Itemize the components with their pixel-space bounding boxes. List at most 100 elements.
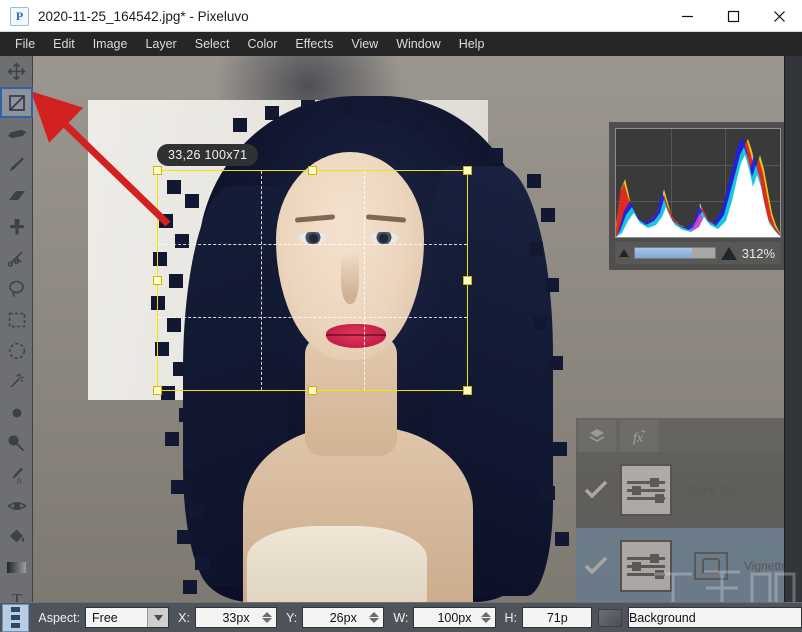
tool-effects-brush[interactable]: fx <box>0 459 33 490</box>
layer-name-label: Vignette <box>744 559 784 573</box>
paint-bucket-icon <box>7 528 26 545</box>
layer-row-color-correction[interactable]: Color Co <box>576 452 784 528</box>
w-label: W: <box>393 610 409 625</box>
aspect-value: Free <box>92 610 118 625</box>
tool-crop[interactable] <box>0 87 33 118</box>
tool-dot-brush[interactable] <box>0 397 33 428</box>
fx-add-icon: fx + <box>633 427 646 445</box>
close-button[interactable] <box>756 0 802 32</box>
layer-row-vignette[interactable]: Vignette <box>576 528 784 602</box>
tool-rectangle-select[interactable] <box>0 304 33 335</box>
x-field[interactable]: 33px <box>194 607 278 628</box>
layer-preview-swatch <box>598 608 622 627</box>
chevron-down-icon[interactable] <box>147 608 169 627</box>
layer-mask-thumbnail[interactable] <box>694 552 728 580</box>
magnifier-icon <box>7 434 26 453</box>
crop-handle-w[interactable] <box>153 275 162 285</box>
crop-handle-nw[interactable] <box>153 166 162 175</box>
w-stepper[interactable] <box>479 608 493 627</box>
svg-text:fx: fx <box>17 477 23 484</box>
magic-wand-icon <box>7 372 26 391</box>
menu-item-effects[interactable]: Effects <box>286 34 342 54</box>
menu-item-view[interactable]: View <box>342 34 387 54</box>
tool-dodge-burn[interactable] <box>0 490 33 521</box>
crop-size-tooltip: 33,26 100x71 <box>157 144 259 166</box>
tools-palette: fx T <box>0 56 33 632</box>
layers-icon <box>589 429 605 442</box>
window-title: 2020-11-25_164542.jpg* - Pixeluvo <box>38 8 249 24</box>
crop-selection-rectangle[interactable] <box>153 166 472 395</box>
h-value: 71p <box>546 610 568 625</box>
gradient-icon <box>6 561 27 574</box>
tool-magic-wand[interactable] <box>0 366 33 397</box>
layer-thumbnail[interactable] <box>620 540 672 592</box>
tool-clone-stamp[interactable] <box>0 211 33 242</box>
tool-paintbrush[interactable] <box>0 149 33 180</box>
tool-healing-brush[interactable] <box>0 118 33 149</box>
menu-item-color[interactable]: Color <box>238 34 286 54</box>
layer-thumbnail[interactable] <box>620 464 672 516</box>
tool-paint-bucket[interactable] <box>0 521 33 552</box>
x-stepper[interactable] <box>260 608 274 627</box>
adjustments-tab[interactable]: fx + <box>620 420 658 452</box>
menu-item-layer[interactable]: Layer <box>136 34 185 54</box>
y-label: Y: <box>286 610 298 625</box>
x-label: X: <box>178 610 190 625</box>
menu-item-select[interactable]: Select <box>186 34 239 54</box>
crop-handle-n[interactable] <box>307 166 317 175</box>
tool-eraser[interactable] <box>0 180 33 211</box>
status-grip-handle[interactable] <box>2 603 30 632</box>
layers-panel-tabs: fx + <box>576 418 784 452</box>
image-canvas[interactable]: 33,26 100x71 312% fx + Color Co Vignette <box>33 56 784 602</box>
tool-ellipse-select[interactable] <box>0 335 33 366</box>
menu-item-help[interactable]: Help <box>450 34 494 54</box>
layer-visibility-checkbox[interactable] <box>576 556 616 576</box>
tool-zoom[interactable] <box>0 428 33 459</box>
clone-stamp-icon <box>8 217 26 236</box>
y-stepper[interactable] <box>367 608 381 627</box>
tool-move[interactable] <box>0 56 33 87</box>
tool-gradient[interactable] <box>0 552 33 583</box>
histogram-zoom-control: 312% <box>615 242 781 264</box>
crop-handle-e[interactable] <box>463 275 472 285</box>
lasso-icon <box>7 279 26 298</box>
healing-brush-icon <box>7 125 27 143</box>
aspect-label: Aspect: <box>38 610 81 625</box>
tool-lasso-select[interactable] <box>0 273 33 304</box>
zoom-out-triangle-icon[interactable] <box>619 249 629 257</box>
zoom-level-label: 312% <box>741 245 775 261</box>
menu-item-window[interactable]: Window <box>387 34 449 54</box>
crop-handle-s[interactable] <box>307 386 317 395</box>
menu-item-edit[interactable]: Edit <box>44 34 84 54</box>
window-controls <box>664 0 802 32</box>
right-gutter <box>784 56 802 602</box>
y-field[interactable]: 26px <box>302 607 385 628</box>
histogram-panel: 312% <box>609 122 784 270</box>
ellipse-select-icon <box>8 342 26 360</box>
aspect-select[interactable]: Free <box>85 607 170 628</box>
menu-item-image[interactable]: Image <box>84 34 137 54</box>
zoom-in-triangle-icon[interactable] <box>720 246 737 260</box>
y-value: 26px <box>329 610 357 625</box>
maximize-button[interactable] <box>710 0 756 32</box>
crop-handle-sw[interactable] <box>153 386 162 395</box>
layer-name-label: Color Co <box>688 483 736 497</box>
crop-handle-se[interactable] <box>463 386 472 395</box>
minimize-button[interactable] <box>664 0 710 32</box>
menu-item-file[interactable]: File <box>6 34 44 54</box>
layers-panel-overlay[interactable]: fx + Color Co Vignette <box>576 418 784 602</box>
histogram-zoom-slider[interactable] <box>634 247 716 259</box>
crop-handle-ne[interactable] <box>463 166 472 175</box>
crop-thirds-guides <box>158 171 467 390</box>
w-field[interactable]: 100px <box>413 607 496 628</box>
eye-icon <box>6 499 27 513</box>
layers-list: Color Co Vignette <box>576 452 784 602</box>
layer-visibility-checkbox[interactable] <box>576 480 616 500</box>
h-field[interactable]: 71p <box>522 607 593 628</box>
check-icon <box>584 480 608 499</box>
svg-text:+: + <box>641 427 646 436</box>
layers-tab[interactable] <box>578 420 616 452</box>
eraser-icon <box>7 188 27 204</box>
tool-scissors[interactable] <box>0 242 33 273</box>
target-layer-select[interactable]: Background <box>627 607 802 628</box>
